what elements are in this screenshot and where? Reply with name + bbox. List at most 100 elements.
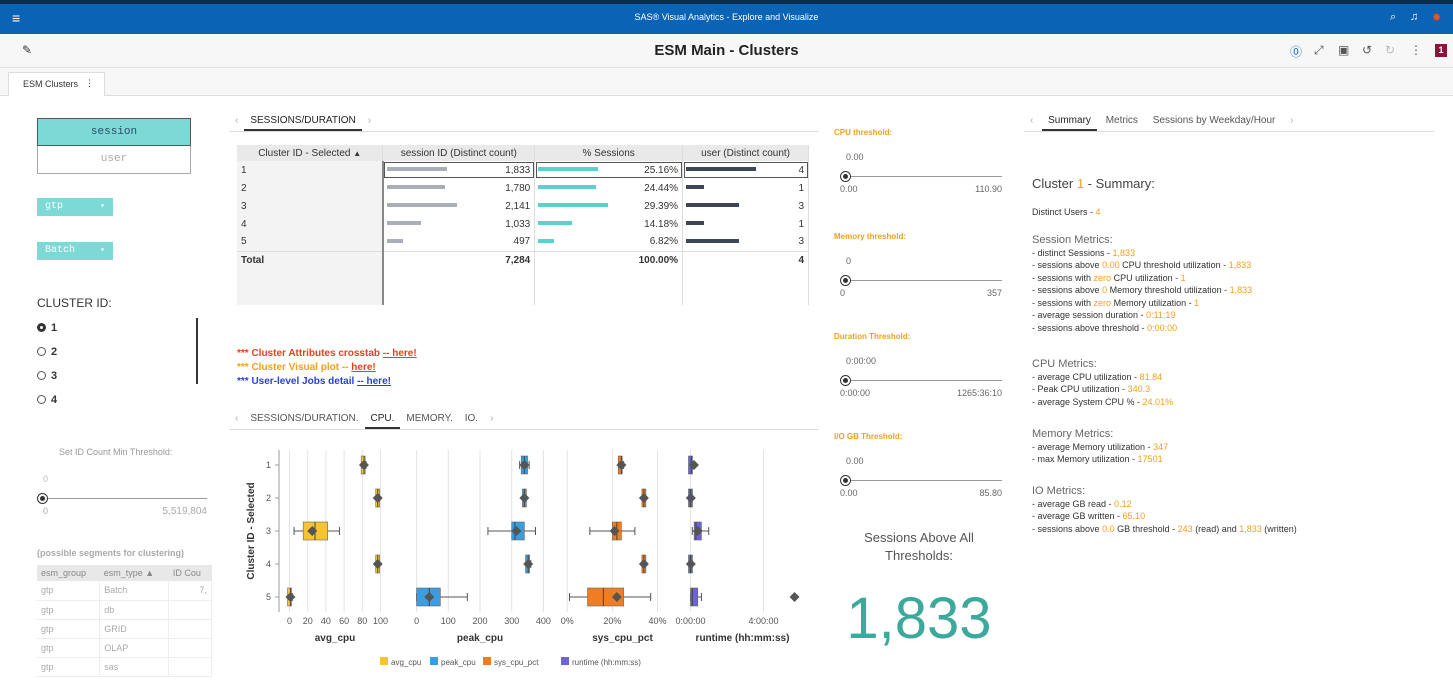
cell bbox=[168, 657, 212, 677]
tab-next-icon[interactable]: › bbox=[1284, 115, 1299, 129]
table-row[interactable]: 3 2,141 29.39% 3 bbox=[237, 197, 809, 215]
column-header[interactable]: esm_type ▲ bbox=[99, 565, 169, 581]
value: 1 bbox=[798, 218, 804, 230]
cell: gtp bbox=[37, 638, 101, 658]
link-user-jobs[interactable]: -- here! bbox=[357, 376, 391, 387]
section-heading: CPU Metrics: bbox=[1032, 358, 1097, 370]
sessions-crosstab: Cluster ID - Selected ▲ session ID (Dist… bbox=[237, 145, 809, 305]
tab-metrics[interactable]: Metrics bbox=[1100, 115, 1144, 129]
row-header[interactable]: 4 bbox=[237, 215, 384, 233]
value: 497 bbox=[513, 236, 531, 248]
row-header[interactable]: 2 bbox=[237, 179, 384, 197]
set-id-slider[interactable]: 0 0 5,519,804 bbox=[37, 474, 207, 518]
table-row[interactable]: gtp db bbox=[37, 600, 212, 620]
more-options-icon[interactable]: ⋮ bbox=[1410, 43, 1422, 57]
table-row[interactable]: gtp sas bbox=[37, 657, 212, 677]
tab-next-icon[interactable]: › bbox=[484, 413, 499, 427]
redo-icon[interactable]: ↻ bbox=[1385, 43, 1395, 57]
x-tick-label: 20% bbox=[603, 616, 621, 626]
tab-menu-icon[interactable]: ⋮ bbox=[85, 78, 94, 89]
slider-handle[interactable] bbox=[840, 275, 851, 286]
slider-handle[interactable] bbox=[840, 475, 851, 486]
metric-line: - average CPU utilization - 81.84 bbox=[1032, 371, 1163, 382]
tab-sessions-duration[interactable]: SESSIONS/DURATION bbox=[244, 115, 362, 131]
tab-summary[interactable]: Summary bbox=[1042, 115, 1097, 131]
x-tick-label: 100 bbox=[373, 616, 388, 626]
mean-marker bbox=[285, 592, 296, 602]
button-user[interactable]: user bbox=[37, 146, 191, 174]
tab-memory[interactable]: MEMORY. bbox=[400, 413, 458, 427]
y-tick-label: 1 bbox=[266, 460, 271, 470]
dropdown-esm-group[interactable]: gtp ▾ bbox=[37, 198, 113, 216]
link-crosstab[interactable]: -- here! bbox=[383, 348, 417, 359]
column-header[interactable]: user (Distinct count) bbox=[682, 145, 809, 161]
radio-cluster-1[interactable]: 1 bbox=[37, 322, 57, 334]
tab-sessions-duration[interactable]: SESSIONS/DURATION. bbox=[244, 413, 364, 427]
row-header[interactable]: 5 bbox=[237, 233, 384, 251]
radio-scrollbar[interactable] bbox=[196, 318, 198, 384]
column-header-cluster-id[interactable]: Cluster ID - Selected ▲ bbox=[237, 145, 384, 161]
table-row[interactable]: 1 1,833 25.16% 4 bbox=[237, 161, 809, 179]
row-header: Total bbox=[237, 250, 384, 269]
slider-max: 357 bbox=[986, 288, 1002, 298]
cell bbox=[382, 287, 536, 305]
tab-next-icon[interactable]: › bbox=[362, 115, 377, 129]
threshold-slider[interactable]: 0.00 0.00 110.90 bbox=[840, 152, 1002, 196]
radio-cluster-3[interactable]: 3 bbox=[37, 370, 57, 382]
report-header: ✎ ESM Main - Clusters ⓪ ⤢ ▣ ↺ ↻ ⋮ 1 bbox=[0, 34, 1453, 68]
x-axis-label: runtime (hh:mm:ss) bbox=[696, 633, 790, 644]
link-visual-plot[interactable]: here! bbox=[351, 362, 375, 373]
radio-cluster-2[interactable]: 2 bbox=[37, 346, 57, 358]
row-header[interactable]: 3 bbox=[237, 197, 384, 215]
column-header[interactable]: esm_group bbox=[37, 565, 100, 581]
button-session[interactable]: session bbox=[37, 118, 191, 146]
tab-sessions-weekday-hour[interactable]: Sessions by Weekday/Hour bbox=[1147, 115, 1282, 129]
column-header[interactable]: % Sessions bbox=[534, 145, 684, 161]
tab-esm-clusters[interactable]: ESM Clusters ⋮ bbox=[8, 72, 105, 96]
table-row[interactable]: 2 1,780 24.44% 1 bbox=[237, 179, 809, 197]
row-header[interactable]: 1 bbox=[237, 161, 384, 179]
tab-prev-icon[interactable]: ‹ bbox=[229, 413, 244, 427]
slider-handle[interactable] bbox=[37, 493, 48, 504]
cell-pct: 25.16% bbox=[534, 161, 684, 179]
mean-marker bbox=[358, 460, 369, 470]
section-heading: IO Metrics: bbox=[1032, 485, 1086, 497]
table-row[interactable]: gtp Batch 7, bbox=[37, 581, 212, 601]
user-avatar-icon[interactable]: ✸ bbox=[1432, 11, 1441, 24]
divider bbox=[229, 429, 819, 430]
expand-icon[interactable]: ⤢ bbox=[1314, 43, 1324, 58]
tab-prev-icon[interactable]: ‹ bbox=[229, 115, 244, 129]
dropdown-esm-type[interactable]: Batch ▾ bbox=[37, 242, 113, 260]
threshold-label: Duration Threshold: bbox=[834, 332, 911, 341]
x-tick-label: 0:00:00 bbox=[675, 616, 705, 626]
undo-icon[interactable]: ↺ bbox=[1362, 43, 1372, 57]
notifications-icon[interactable]: ♫ bbox=[1410, 11, 1418, 23]
threshold-slider[interactable]: 0:00:00 0:00:00 1265:36:10 bbox=[840, 356, 1002, 400]
search-icon[interactable]: ⌕ bbox=[1390, 11, 1396, 24]
radio-cluster-4[interactable]: 4 bbox=[37, 394, 57, 406]
cell-sessions: 1,033 bbox=[382, 215, 536, 233]
tab-prev-icon[interactable]: ‹ bbox=[1024, 115, 1039, 129]
table-icon[interactable]: ▣ bbox=[1338, 43, 1349, 57]
column-header[interactable]: session ID (Distinct count) bbox=[382, 145, 536, 161]
threshold-slider[interactable]: 0 0 357 bbox=[840, 256, 1002, 300]
slider-handle[interactable] bbox=[840, 171, 851, 182]
tab-cpu[interactable]: CPU. bbox=[364, 413, 401, 429]
cell bbox=[168, 619, 212, 639]
value: 1,780 bbox=[505, 182, 531, 194]
summary-title-suffix: - Summary: bbox=[1087, 176, 1155, 191]
table-row[interactable]: 4 1,033 14.18% 1 bbox=[237, 215, 809, 233]
links-block: *** Cluster Attributes crosstab -- here!… bbox=[237, 347, 417, 389]
column-header[interactable]: ID Cou bbox=[168, 565, 212, 581]
metric-line: - sessions with zero CPU utilization - 1 bbox=[1032, 272, 1186, 283]
slider-handle[interactable] bbox=[840, 375, 851, 386]
table-row[interactable]: gtp GRID bbox=[37, 619, 212, 639]
notification-badge[interactable]: 1 bbox=[1435, 44, 1447, 57]
help-icon[interactable]: ⓪ bbox=[1290, 43, 1302, 60]
slider-current: 0.00 bbox=[846, 456, 864, 466]
table-row[interactable]: 5 497 6.82% 3 bbox=[237, 233, 809, 251]
x-tick-label: 100 bbox=[441, 616, 456, 626]
threshold-slider[interactable]: 0.00 0.00 85.80 bbox=[840, 456, 1002, 500]
tab-io[interactable]: IO. bbox=[459, 413, 484, 427]
table-row[interactable]: gtp OLAP bbox=[37, 638, 212, 658]
